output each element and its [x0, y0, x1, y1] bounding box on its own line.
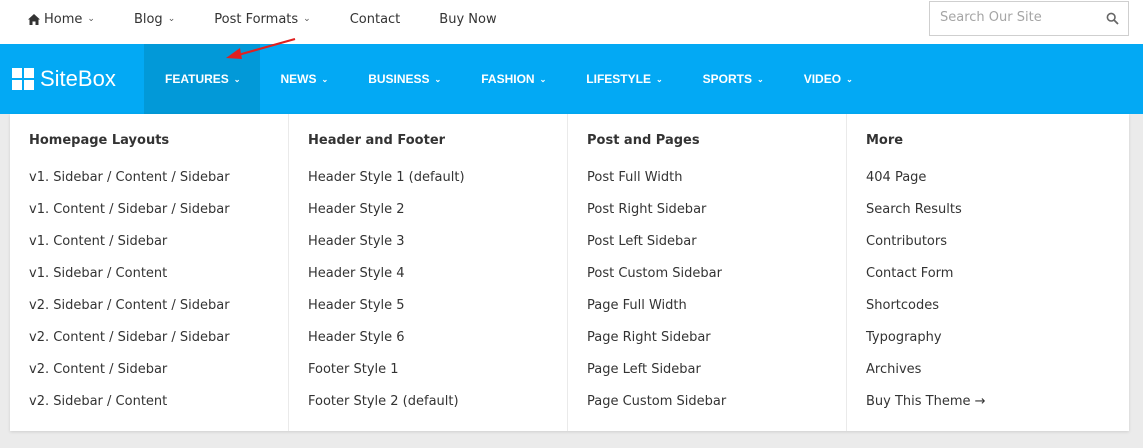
- main-nav-business[interactable]: BUSINESS ⌄: [348, 44, 461, 114]
- menu-link[interactable]: 404 Page: [866, 170, 1129, 202]
- menu-column-heading: Homepage Layouts: [29, 133, 170, 148]
- menu-link[interactable]: v2. Sidebar / Content: [29, 394, 288, 426]
- main-nav-video[interactable]: VIDEO ⌄: [784, 44, 873, 114]
- search-input[interactable]: [940, 10, 1100, 25]
- menu-link[interactable]: v1. Content / Sidebar / Sidebar: [29, 202, 288, 234]
- top-bar: Home ⌄ Blog ⌄ Post Formats ⌄ Contact Buy…: [0, 0, 1143, 44]
- menu-link[interactable]: v1. Sidebar / Content: [29, 266, 288, 298]
- menu-link[interactable]: Page Full Width: [587, 298, 846, 330]
- main-nav-lifestyle[interactable]: LIFESTYLE ⌄: [566, 44, 682, 114]
- search-icon[interactable]: [1106, 12, 1119, 25]
- menu-link[interactable]: Page Right Sidebar: [587, 330, 846, 362]
- menu-link[interactable]: Footer Style 1: [308, 362, 567, 394]
- menu-link[interactable]: Post Right Sidebar: [587, 202, 846, 234]
- menu-link[interactable]: v2. Content / Sidebar / Sidebar: [29, 330, 288, 362]
- menu-link[interactable]: Footer Style 2 (default): [308, 394, 567, 426]
- top-nav-buy-now[interactable]: Buy Now: [439, 12, 496, 27]
- main-nav: SiteBox FEATURES ⌄ NEWS ⌄ BUSINESS ⌄ FASHIO…: [0, 44, 1143, 114]
- menu-column-heading: Post and Pages: [587, 133, 700, 148]
- menu-column-heading: Header and Footer: [308, 133, 446, 148]
- top-nav-blog[interactable]: Blog ⌄: [134, 12, 175, 27]
- site-logo[interactable]: SiteBox: [12, 65, 116, 93]
- chevron-down-icon: ⌄: [303, 14, 311, 24]
- menu-link[interactable]: v1. Content / Sidebar: [29, 234, 288, 266]
- top-nav-label: Blog: [133, 11, 163, 27]
- top-nav: Home ⌄ Blog ⌄ Post Formats ⌄ Contact Buy…: [28, 0, 536, 38]
- menu-column-more: More 404 Page Search Results Contributor…: [847, 114, 1129, 431]
- chevron-down-icon: ⌄: [757, 74, 764, 84]
- top-nav-label: Post Formats: [214, 11, 299, 27]
- menu-link[interactable]: Buy This Theme →: [866, 394, 1129, 426]
- main-nav-label: LIFESTYLE: [586, 72, 651, 86]
- menu-link[interactable]: Page Custom Sidebar: [587, 394, 846, 426]
- main-nav-fashion[interactable]: FASHION ⌄: [461, 44, 566, 114]
- menu-link[interactable]: Header Style 3: [308, 234, 567, 266]
- site-name: SiteBox: [40, 66, 116, 91]
- chevron-down-icon: ⌄: [655, 74, 663, 84]
- menu-link[interactable]: Header Style 1 (default): [308, 170, 567, 202]
- menu-link[interactable]: Post Full Width: [587, 170, 846, 202]
- top-nav-post-formats[interactable]: Post Formats ⌄: [214, 12, 310, 27]
- menu-link[interactable]: Header Style 4: [308, 266, 567, 298]
- chevron-down-icon: ⌄: [233, 74, 241, 84]
- main-nav-label: FEATURES: [165, 72, 229, 86]
- top-nav-label: Contact: [349, 11, 401, 27]
- chevron-down-icon: ⌄: [167, 14, 176, 24]
- menu-link[interactable]: Post Custom Sidebar: [587, 266, 846, 298]
- menu-link[interactable]: Header Style 2: [308, 202, 567, 234]
- menu-column-post-pages: Post and Pages Post Full Width Post Righ…: [568, 114, 847, 431]
- logo-grid-icon: [12, 68, 34, 90]
- search-box: [929, 1, 1129, 36]
- menu-column-header-footer: Header and Footer Header Style 1 (defaul…: [289, 114, 568, 431]
- top-nav-contact[interactable]: Contact: [350, 12, 401, 27]
- main-nav-label: FASHION: [481, 72, 535, 86]
- chevron-down-icon: ⌄: [539, 74, 547, 84]
- menu-link[interactable]: Contributors: [866, 234, 1129, 266]
- chevron-down-icon: ⌄: [87, 14, 95, 24]
- menu-link[interactable]: Archives: [866, 362, 1129, 394]
- main-nav-label: BUSINESS: [368, 72, 430, 86]
- menu-link[interactable]: v1. Sidebar / Content / Sidebar: [29, 170, 288, 202]
- top-nav-label: Home: [44, 11, 83, 27]
- menu-link[interactable]: Header Style 5: [308, 298, 567, 330]
- main-nav-sports[interactable]: SPORTS ⌄: [683, 44, 784, 114]
- menu-link[interactable]: Typography: [866, 330, 1129, 362]
- menu-link[interactable]: Search Results: [866, 202, 1129, 234]
- menu-link[interactable]: Shortcodes: [866, 298, 1129, 330]
- menu-link[interactable]: v2. Sidebar / Content / Sidebar: [29, 298, 288, 330]
- menu-link[interactable]: Header Style 6: [308, 330, 567, 362]
- menu-link[interactable]: Post Left Sidebar: [587, 234, 846, 266]
- menu-link[interactable]: Contact Form: [866, 266, 1129, 298]
- annotation-arrow-icon: [226, 37, 296, 59]
- top-nav-home[interactable]: Home ⌄: [28, 12, 95, 27]
- menu-link[interactable]: v2. Content / Sidebar: [29, 362, 288, 394]
- main-nav-label: SPORTS: [702, 72, 753, 86]
- chevron-down-icon: ⌄: [434, 74, 442, 84]
- chevron-down-icon: ⌄: [321, 74, 329, 84]
- menu-link[interactable]: Page Left Sidebar: [587, 362, 846, 394]
- menu-column-homepage-layouts: Homepage Layouts v1. Sidebar / Content /…: [10, 114, 289, 431]
- main-nav-label: NEWS: [280, 72, 317, 86]
- home-icon: [28, 13, 40, 25]
- top-nav-label: Buy Now: [439, 11, 497, 27]
- menu-column-heading: More: [866, 133, 904, 148]
- main-nav-label: VIDEO: [803, 72, 842, 86]
- features-mega-menu: Homepage Layouts v1. Sidebar / Content /…: [10, 114, 1129, 431]
- chevron-down-icon: ⌄: [846, 74, 853, 84]
